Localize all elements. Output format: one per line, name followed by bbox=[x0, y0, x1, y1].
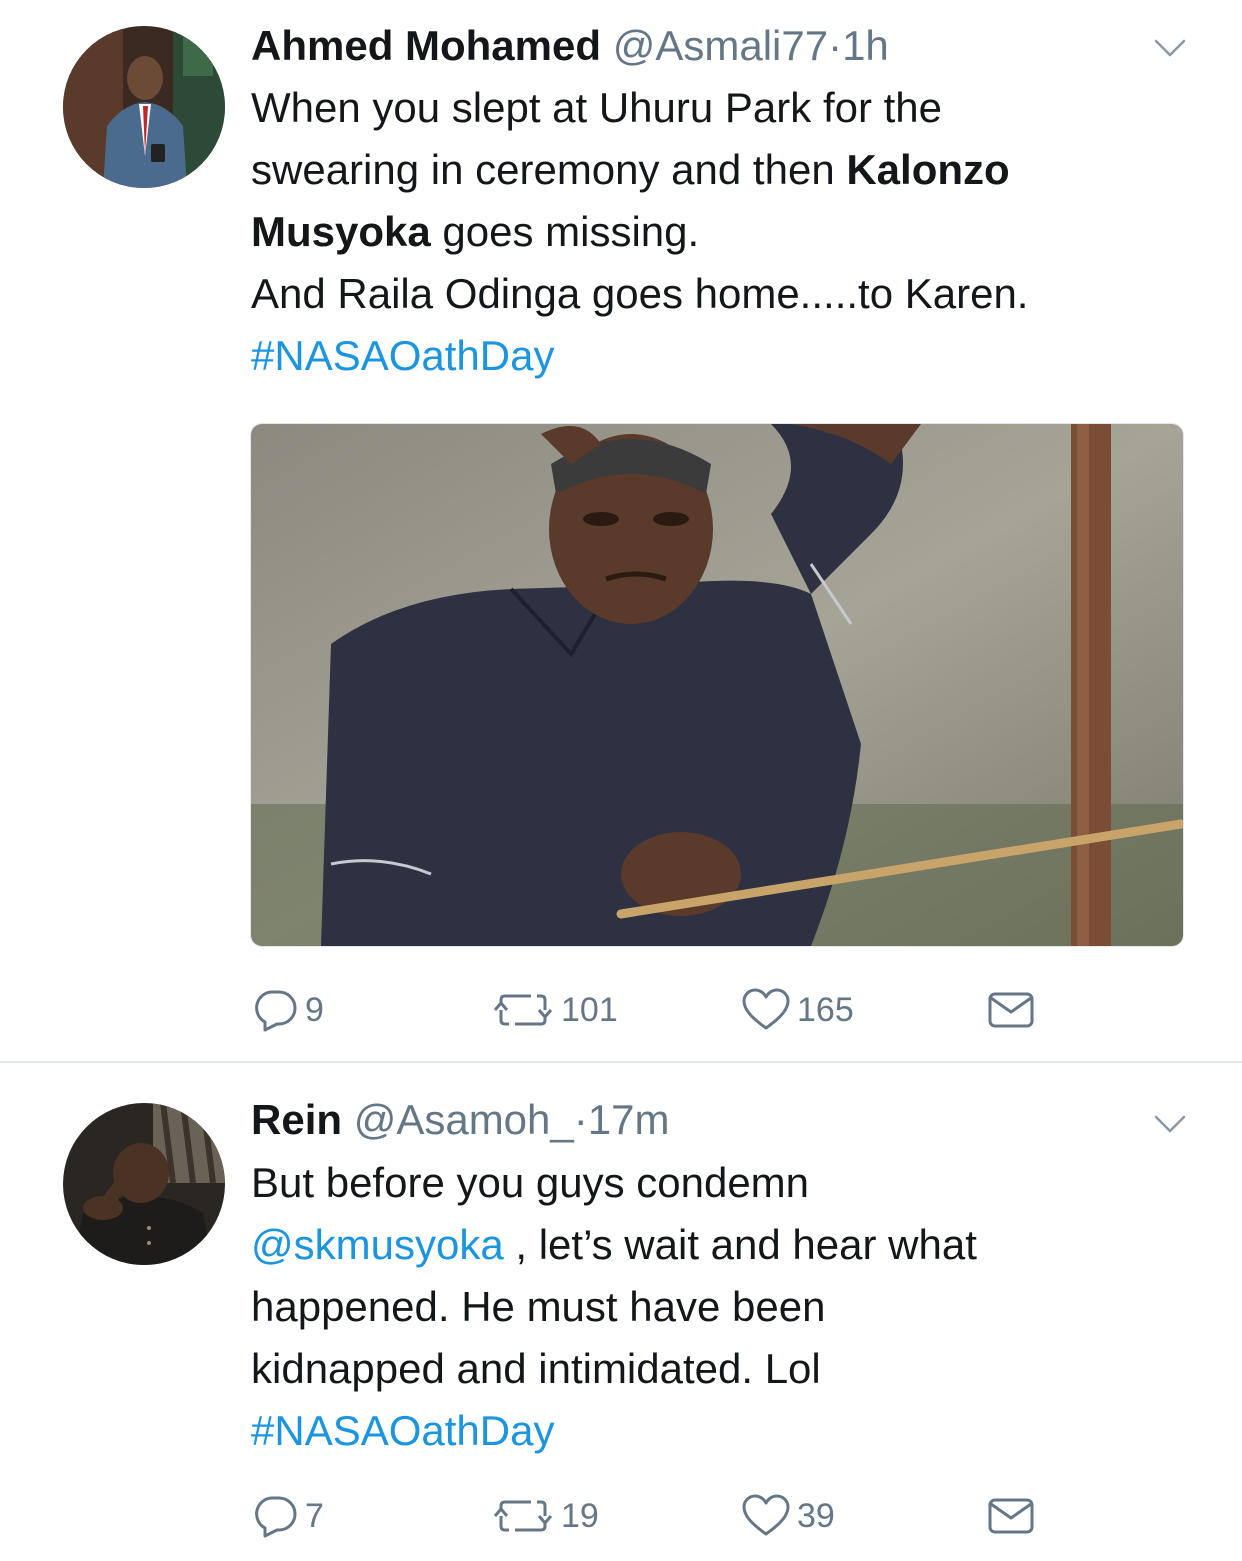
reply-icon bbox=[255, 990, 297, 1032]
tweet-text-line: When you slept at Uhuru Park for the bbox=[251, 77, 1211, 139]
bold-text: Kalonzo bbox=[846, 146, 1010, 193]
tweet-text-line: #NASAOathDay bbox=[251, 1400, 1211, 1462]
retweet-count: 101 bbox=[561, 991, 618, 1029]
heart-icon bbox=[742, 988, 790, 1030]
hashtag-link[interactable]: #NASAOathDay bbox=[251, 332, 554, 379]
bold-text: Musyoka bbox=[251, 208, 431, 255]
text-segment: And Raila Odinga goes home.....to Karen. bbox=[251, 270, 1029, 317]
tweet-text-line: swearing in ceremony and then Kalonzo bbox=[251, 139, 1211, 201]
retweet-button[interactable]: 101 bbox=[491, 986, 618, 1034]
tweet[interactable]: Ahmed Mohamed @Asmali77·1h When you slep… bbox=[0, 0, 1242, 1061]
direct-message-button[interactable] bbox=[987, 1492, 1035, 1540]
tweet-text-line: happened. He must have been bbox=[251, 1276, 1211, 1338]
text-segment: goes missing. bbox=[430, 208, 700, 255]
timestamp[interactable]: 1h bbox=[842, 22, 889, 69]
retweet-icon bbox=[493, 1500, 553, 1532]
like-count: 39 bbox=[797, 1497, 835, 1535]
text-segment: kidnapped and intimidated. Lol bbox=[251, 1345, 821, 1392]
text-segment: , let’s wait and hear what bbox=[503, 1221, 977, 1268]
author-handle[interactable]: @Asmali77 bbox=[613, 22, 828, 69]
envelope-icon bbox=[988, 992, 1034, 1028]
tweet-actions: 7 19 39 bbox=[251, 1492, 1051, 1540]
tweet-header: Ahmed Mohamed @Asmali77·1h bbox=[251, 20, 889, 72]
text-segment: swearing in ceremony and then bbox=[251, 146, 847, 193]
tweet-text: When you slept at Uhuru Park for the swea… bbox=[251, 77, 1211, 387]
tweet-text: But before you guys condemn @skmusyoka , … bbox=[251, 1152, 1211, 1462]
tweet-text-line: kidnapped and intimidated. Lol bbox=[251, 1338, 1211, 1400]
retweet-count: 19 bbox=[561, 1497, 599, 1535]
reply-button[interactable]: 9 bbox=[251, 986, 324, 1034]
author-name[interactable]: Rein bbox=[251, 1096, 342, 1143]
avatar[interactable] bbox=[63, 26, 225, 188]
direct-message-button[interactable] bbox=[987, 986, 1035, 1034]
text-segment: happened. He must have been bbox=[251, 1283, 826, 1330]
author-handle[interactable]: @Asamoh_ bbox=[354, 1096, 574, 1143]
envelope-icon bbox=[988, 1498, 1034, 1534]
mention-link[interactable]: @skmusyoka bbox=[251, 1221, 504, 1268]
tweet-text-line: But before you guys condemn bbox=[251, 1152, 1211, 1214]
retweet-icon bbox=[493, 994, 553, 1026]
separator: · bbox=[573, 1096, 588, 1143]
reply-count: 7 bbox=[305, 1497, 324, 1535]
chevron-down-icon[interactable] bbox=[1154, 38, 1186, 58]
tweet-photo[interactable] bbox=[250, 423, 1184, 947]
hashtag-link[interactable]: #NASAOathDay bbox=[251, 1407, 554, 1454]
like-button[interactable]: 39 bbox=[741, 1492, 835, 1540]
reply-icon bbox=[255, 1496, 297, 1538]
chevron-down-icon[interactable] bbox=[1154, 1114, 1186, 1134]
tweet-text-line: #NASAOathDay bbox=[251, 325, 1211, 387]
author-name[interactable]: Ahmed Mohamed bbox=[251, 22, 601, 69]
tweet-text-line: And Raila Odinga goes home.....to Karen. bbox=[251, 263, 1211, 325]
heart-icon bbox=[742, 1494, 790, 1536]
text-segment: But before you guys condemn bbox=[251, 1159, 810, 1206]
timestamp[interactable]: 17m bbox=[588, 1096, 670, 1143]
reply-button[interactable]: 7 bbox=[251, 1492, 324, 1540]
like-button[interactable]: 165 bbox=[741, 986, 854, 1034]
tweet-actions: 9 101 165 bbox=[251, 986, 1051, 1034]
retweet-button[interactable]: 19 bbox=[491, 1492, 599, 1540]
reply-count: 9 bbox=[305, 991, 324, 1029]
avatar[interactable] bbox=[63, 1103, 225, 1265]
like-count: 165 bbox=[797, 991, 854, 1029]
tweet-text-line: @skmusyoka , let’s wait and hear what bbox=[251, 1214, 1211, 1276]
text-segment: When you slept at Uhuru Park for the bbox=[251, 84, 943, 131]
tweet-header: Rein @Asamoh_·17m bbox=[251, 1094, 669, 1146]
tweet[interactable]: Rein @Asamoh_·17m But before you guys co… bbox=[0, 1062, 1242, 1561]
separator: · bbox=[828, 22, 843, 69]
tweet-text-line: Musyoka goes missing. bbox=[251, 201, 1211, 263]
